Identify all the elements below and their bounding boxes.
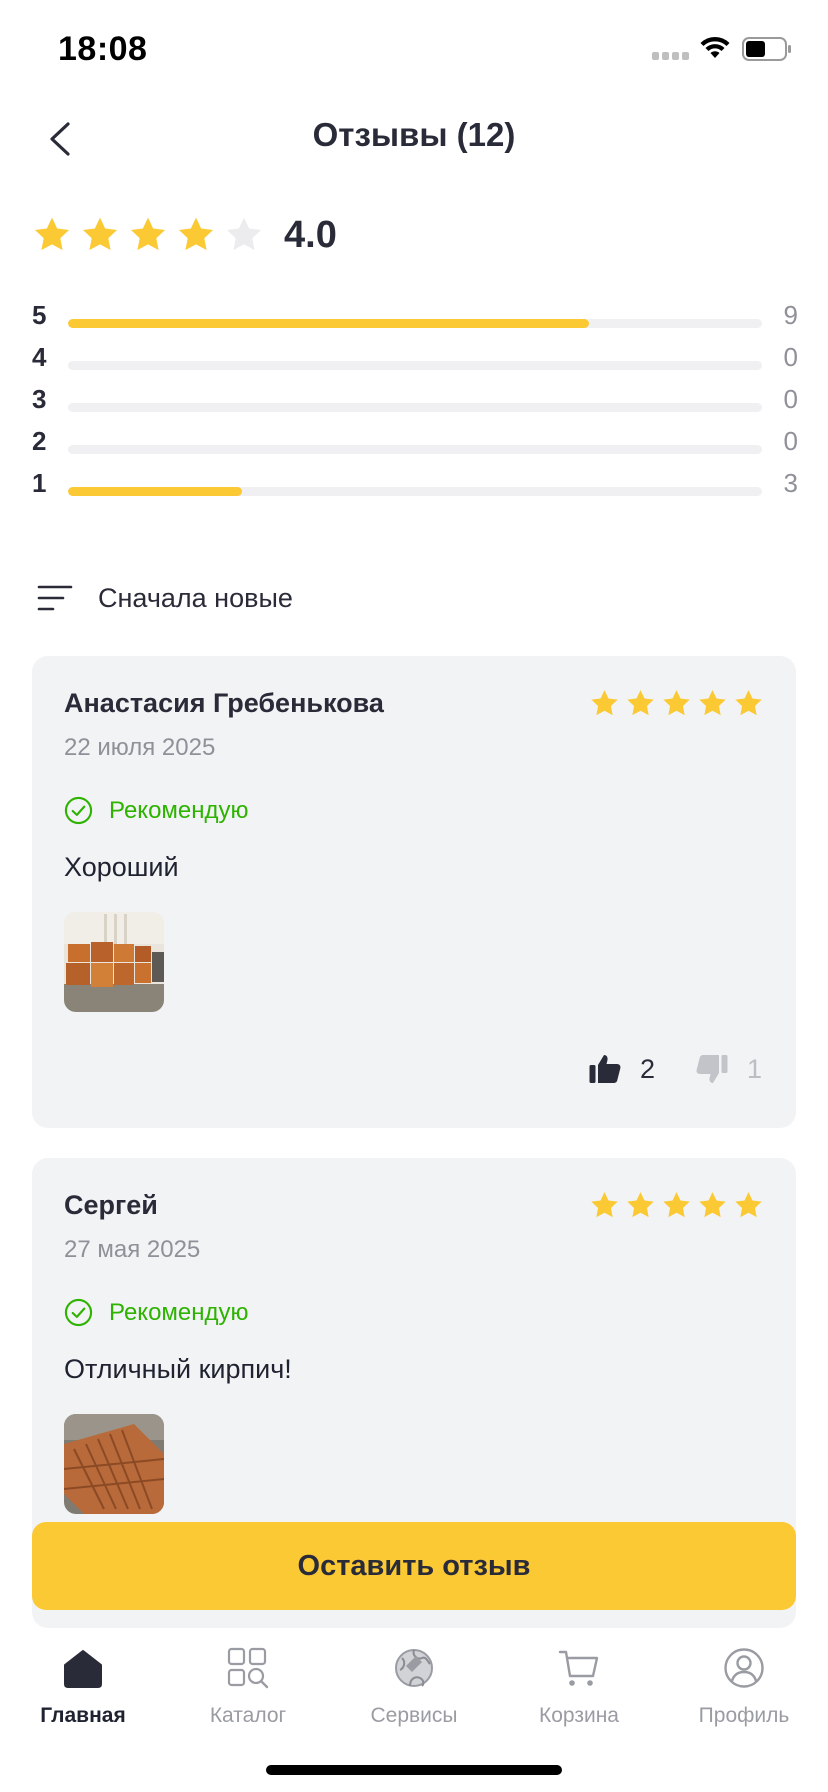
page-title: Отзывы (12) (312, 116, 516, 153)
distribution-bar (68, 403, 762, 412)
services-globe-icon (395, 1649, 433, 1687)
star-filled-icon (35, 217, 69, 250)
tab-catalog[interactable]: Каталог (173, 1642, 323, 1738)
distribution-stars-label: 1 (32, 468, 47, 498)
review-author: Сергей (64, 1190, 158, 1220)
star-filled-icon (627, 1192, 654, 1218)
review-text: Отличный кирпич! (64, 1354, 292, 1384)
review-author: Анастасия Гребенькова (64, 688, 384, 718)
thumbs-up-icon (589, 1055, 621, 1083)
distribution-bar (68, 487, 762, 496)
distribution-bar (68, 361, 762, 370)
recommend-badge: Рекомендую (64, 1298, 249, 1327)
distribution-row: 59 (32, 298, 798, 340)
tab-label: Каталог (209, 1704, 287, 1727)
review-stars (589, 1190, 764, 1221)
review-stars (589, 688, 764, 719)
distribution-row: 30 (32, 382, 798, 424)
distribution-row: 20 (32, 424, 798, 466)
star-filled-icon (591, 1192, 618, 1218)
distribution-count: 0 (783, 426, 798, 456)
star-filled-icon (179, 217, 213, 250)
star-filled-icon (735, 690, 762, 716)
distribution-count: 9 (783, 300, 798, 330)
like-count: 2 (639, 1053, 655, 1084)
distribution-stars-label: 4 (32, 342, 47, 372)
rating-value: 4.0 (284, 213, 337, 256)
sort-button[interactable]: Сначала новые (36, 578, 293, 618)
distribution-stars-label: 5 (32, 300, 47, 330)
rating-distribution: 5940302013 (32, 298, 798, 506)
wifi-icon (698, 34, 732, 60)
review-text: Хороший (64, 852, 179, 882)
star-filled-icon (131, 217, 165, 250)
cart-icon (558, 1650, 599, 1686)
catalog-search-icon (227, 1647, 269, 1689)
tab-label: Сервисы (370, 1704, 458, 1727)
tab-services[interactable]: Сервисы (339, 1642, 489, 1738)
rating-summary: 4.0 (32, 210, 337, 260)
tab-label: Главная (40, 1704, 126, 1727)
status-time: 18:08 (58, 30, 148, 68)
like-button[interactable]: 2 (588, 1052, 655, 1086)
tab-cart[interactable]: Корзина (504, 1642, 654, 1738)
distribution-count: 0 (783, 342, 798, 372)
distribution-count: 0 (783, 384, 798, 414)
review-photo[interactable] (64, 912, 164, 1012)
distribution-row: 40 (32, 340, 798, 382)
leave-review-button[interactable]: Оставить отзыв (32, 1522, 796, 1610)
tab-label: Профиль (698, 1704, 790, 1727)
tab-label: Корзина (539, 1704, 619, 1727)
star-filled-icon (699, 690, 726, 716)
star-filled-icon (627, 690, 654, 716)
recommend-badge: Рекомендую (64, 796, 249, 825)
review-date: 27 мая 2025 (64, 1236, 201, 1263)
distribution-bar-fill (68, 487, 242, 496)
star-filled-icon (663, 1192, 690, 1218)
tab-profile[interactable]: Профиль (669, 1642, 819, 1738)
distribution-stars-label: 3 (32, 384, 47, 414)
star-filled-icon (663, 690, 690, 716)
sort-label: Сначала новые (98, 582, 293, 613)
leave-review-label: Оставить отзыв (297, 1549, 531, 1582)
review-photo[interactable] (64, 1414, 164, 1514)
recommend-label: Рекомендую (109, 796, 249, 824)
header: Отзывы (12) (0, 100, 828, 176)
distribution-count: 3 (783, 468, 798, 498)
dislike-button[interactable]: 1 (695, 1052, 762, 1086)
star-filled-icon (591, 690, 618, 716)
distribution-stars-label: 2 (32, 426, 47, 456)
tab-home[interactable]: Главная (8, 1642, 158, 1738)
recommend-label: Рекомендую (109, 1298, 249, 1326)
cellular-signal-icon (652, 52, 690, 60)
home-indicator (266, 1765, 562, 1775)
star-filled-icon (735, 1192, 762, 1218)
check-circle-icon (64, 1298, 93, 1327)
star-filled-icon (83, 217, 117, 250)
home-icon (64, 1650, 102, 1688)
distribution-row: 13 (32, 466, 798, 506)
review-card: Анастасия Гребенькова 22 июля 2025 Реком… (32, 656, 796, 1128)
sort-lines-icon (37, 585, 73, 611)
battery-icon (742, 37, 792, 61)
votes: 2 1 (588, 1052, 762, 1086)
rating-stars (32, 215, 264, 255)
star-filled-icon (699, 1192, 726, 1218)
distribution-bar (68, 445, 762, 454)
star-empty-icon (227, 217, 261, 250)
review-date: 22 июля 2025 (64, 734, 216, 761)
check-circle-icon (64, 796, 93, 825)
thumbs-down-icon (696, 1055, 728, 1083)
status-bar: 18:08 (0, 0, 828, 100)
dislike-count: 1 (746, 1053, 762, 1084)
distribution-bar-fill (68, 319, 589, 328)
profile-icon (724, 1648, 764, 1688)
distribution-bar (68, 319, 762, 328)
